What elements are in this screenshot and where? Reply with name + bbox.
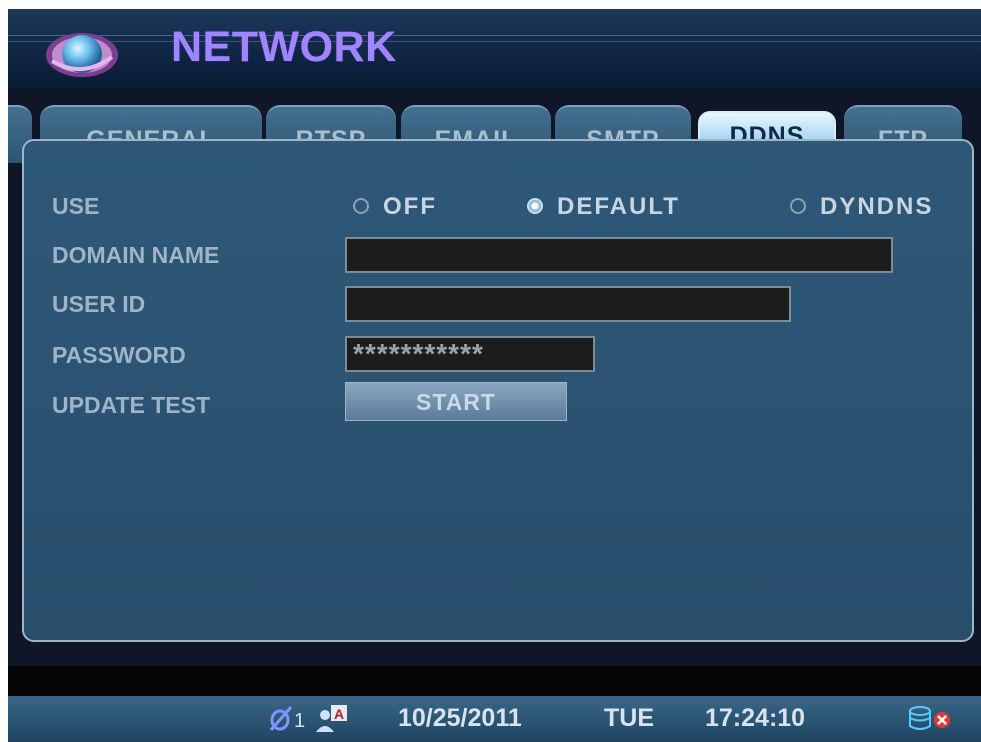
network-globe-icon <box>44 27 120 83</box>
no-camera-icon <box>268 704 294 737</box>
use-label: USE <box>52 193 100 219</box>
dvr-screen: NETWORK GENERAL RTSP EMAIL SMTP DDNS FTP… <box>8 9 981 742</box>
user-admin-icon: A <box>314 702 350 739</box>
domain-name-field[interactable] <box>345 237 893 273</box>
radio-default[interactable]: DEFAULT <box>527 193 680 221</box>
title-divider <box>8 41 981 42</box>
title-bar: NETWORK <box>8 9 981 89</box>
channel-count: 1 <box>294 710 306 732</box>
start-button[interactable]: START <box>345 382 567 421</box>
status-day: TUE <box>604 704 654 732</box>
user-id-label: USER ID <box>52 291 146 317</box>
error-x-icon <box>933 711 951 734</box>
password-field[interactable]: *********** <box>345 336 595 372</box>
user-id-field[interactable] <box>345 286 791 322</box>
password-label: PASSWORD <box>52 342 186 368</box>
status-bar: 1 A 10/25/2011 TUE 17:24:10 <box>8 696 981 742</box>
radio-off[interactable]: OFF <box>353 193 437 221</box>
radio-dyndns-label: DYNDNS <box>820 193 934 220</box>
domain-name-label: DOMAIN NAME <box>52 242 220 268</box>
radio-dyndns[interactable]: DYNDNS <box>790 193 933 221</box>
radio-dyndns-indicator <box>790 197 806 214</box>
radio-off-indicator <box>353 197 369 214</box>
update-test-label: UPDATE TEST <box>52 392 211 418</box>
user-badge-letter: A <box>334 706 344 722</box>
title-divider <box>8 35 981 36</box>
page-title: NETWORK <box>171 23 397 71</box>
status-time: 17:24:10 <box>705 704 806 732</box>
disk-icon <box>908 706 932 737</box>
radio-default-label: DEFAULT <box>557 193 680 220</box>
radio-default-indicator <box>527 197 543 214</box>
status-date: 10/25/2011 <box>398 704 522 732</box>
radio-off-label: OFF <box>383 193 437 220</box>
separator-band <box>8 666 981 696</box>
